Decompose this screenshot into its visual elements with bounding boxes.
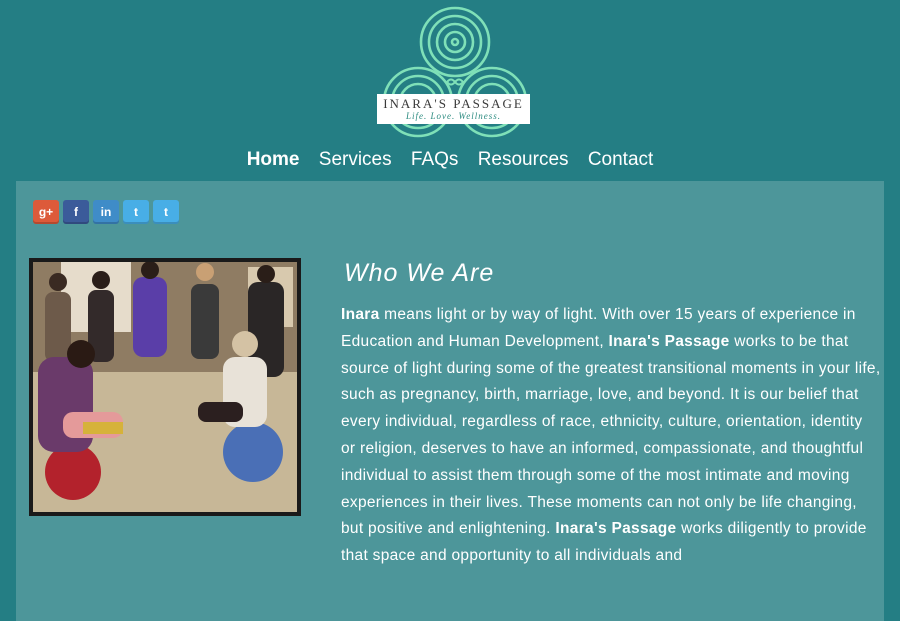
brand-name: Inara's Passage	[608, 332, 730, 350]
linkedin-icon[interactable]: in	[93, 200, 119, 224]
main-nav: Home Services FAQs Resources Contact	[0, 149, 900, 171]
brand-name: Inara	[341, 306, 380, 323]
facebook-icon[interactable]: f	[63, 200, 89, 224]
group-photo	[29, 258, 301, 516]
site-logo[interactable]: INARA'S PASSAGE Life. Love. Wellness.	[375, 4, 535, 144]
logo-name: INARA'S PASSAGE	[383, 96, 524, 111]
nav-services[interactable]: Services	[319, 149, 392, 171]
logo-wordmark: INARA'S PASSAGE Life. Love. Wellness.	[377, 94, 530, 124]
logo-tagline: Life. Love. Wellness.	[406, 111, 501, 121]
twitter-icon[interactable]: t	[153, 200, 179, 224]
about-paragraph: Inara means light or by way of light. Wi…	[341, 302, 881, 570]
section-heading: Who We Are	[344, 259, 495, 287]
social-share-bar: g+ f in t t	[33, 200, 179, 224]
nav-home[interactable]: Home	[247, 149, 300, 171]
nav-resources[interactable]: Resources	[478, 149, 569, 171]
nav-contact[interactable]: Contact	[588, 149, 653, 171]
twitter-icon[interactable]: t	[123, 200, 149, 224]
content-panel: g+ f in t t Who We Are Inara means light…	[16, 181, 884, 621]
google-plus-icon[interactable]: g+	[33, 200, 59, 224]
paragraph-text: works to be that source of light during …	[341, 332, 881, 538]
brand-name: Inara's Passage	[555, 520, 677, 538]
nav-faqs[interactable]: FAQs	[411, 149, 459, 171]
group-photo-image	[33, 262, 297, 512]
